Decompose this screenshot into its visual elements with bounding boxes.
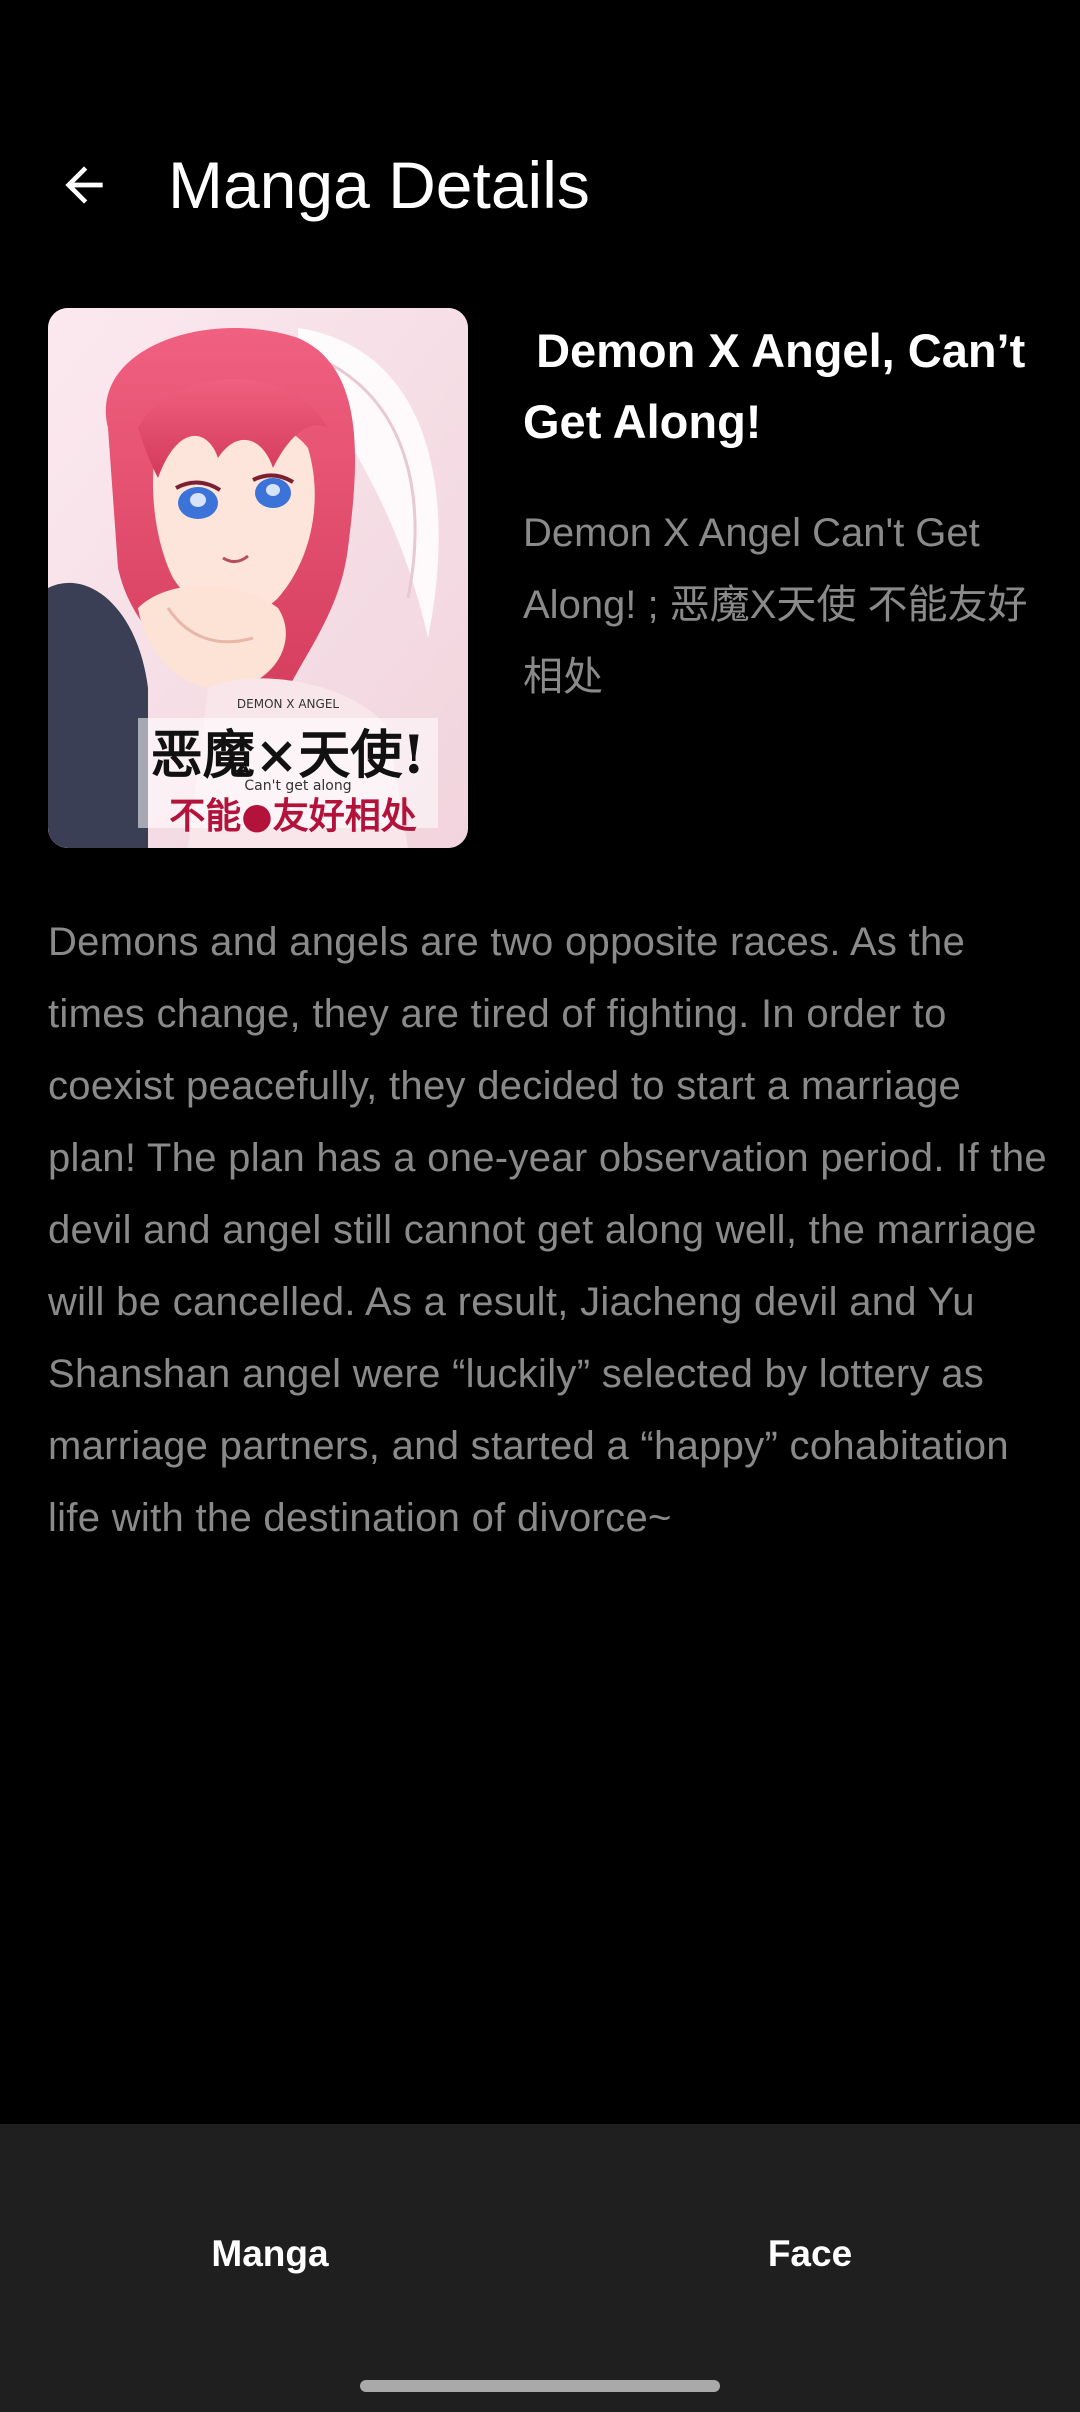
bottom-navigation: Manga Face [0, 2124, 1080, 2412]
page-title: Manga Details [168, 148, 590, 222]
manga-cover-image: DEMON X ANGEL 恶魔×天使! Can't get along 不能●… [48, 308, 468, 848]
svg-text:DEMON X ANGEL: DEMON X ANGEL [237, 697, 340, 711]
app-bar: Manga Details [0, 120, 1080, 250]
arrow-left-icon [65, 166, 103, 204]
svg-text:不能●友好相处: 不能●友好相处 [169, 795, 416, 837]
manga-alt-names: Demon X Angel Can't Get Along! ; 恶魔X天使 不… [523, 511, 1028, 699]
manga-title: Demon X Angel, Can’t Get Along! [523, 324, 1039, 448]
manga-info: Demon X Angel, Can’t Get Along! Demon X … [523, 315, 1043, 713]
nav-item-manga[interactable]: Manga [0, 2124, 540, 2384]
nav-item-label: Manga [211, 2233, 329, 2274]
manga-description: Demons and angels are two opposite races… [48, 920, 1047, 1540]
back-button[interactable] [40, 145, 128, 225]
home-indicator[interactable] [360, 2380, 720, 2392]
nav-item-face[interactable]: Face [540, 2124, 1080, 2384]
nav-item-label: Face [767, 2233, 853, 2274]
svg-text:Can't get along: Can't get along [244, 778, 351, 794]
svg-text:恶魔×天使!: 恶魔×天使! [151, 725, 425, 786]
